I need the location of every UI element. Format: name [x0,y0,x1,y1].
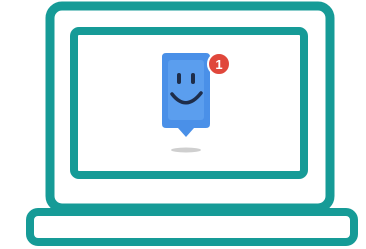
notification-badge-count: 1 [215,57,222,72]
right-eye [191,73,195,84]
laptop-base [26,208,358,246]
bubble-shadow [171,147,201,153]
laptop-svg: 1 [26,1,358,246]
bubble-highlight [168,60,204,120]
left-eye [177,73,181,84]
laptop-illustration: 1 [0,0,366,249]
